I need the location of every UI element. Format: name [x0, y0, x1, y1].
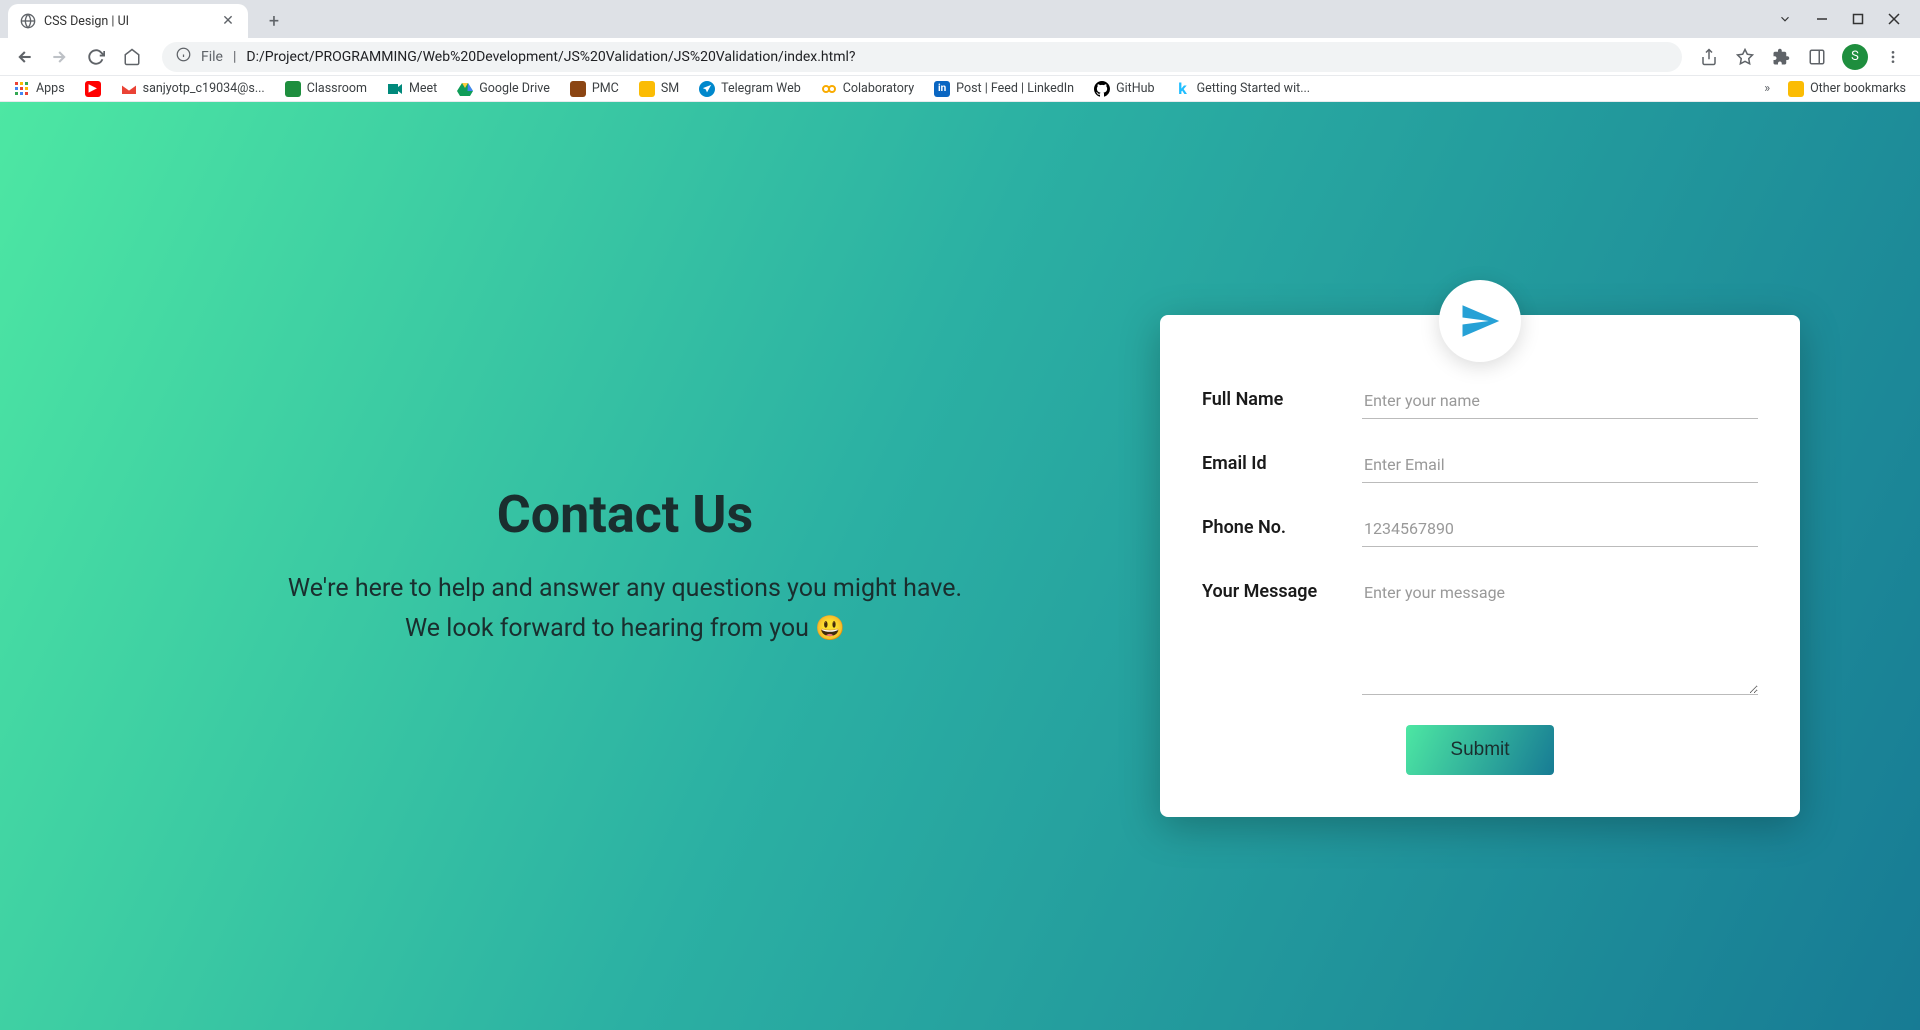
bookmark-overflow-icon[interactable]: » — [1764, 81, 1770, 96]
bookmark-youtube[interactable]: ▶ — [85, 81, 101, 97]
drive-icon — [457, 81, 473, 97]
intro-line2: We look forward to hearing from you 😃 — [120, 609, 1130, 649]
apps-icon — [14, 81, 30, 97]
form-row-message: Your Message — [1202, 575, 1758, 695]
minimize-button[interactable] — [1816, 13, 1828, 29]
form-row-phone: Phone No. — [1202, 511, 1758, 547]
form-row-name: Full Name — [1202, 383, 1758, 419]
globe-icon — [20, 13, 36, 29]
youtube-icon: ▶ — [85, 81, 101, 97]
phone-label: Phone No. — [1202, 511, 1342, 538]
info-icon — [176, 47, 191, 66]
new-tab-button[interactable]: + — [260, 7, 288, 35]
address-bar[interactable]: File | D:/Project/PROGRAMMING/Web%20Deve… — [162, 42, 1682, 72]
tab-bar: CSS Design | UI ✕ + — [0, 0, 1920, 38]
name-input[interactable] — [1362, 383, 1758, 419]
name-label: Full Name — [1202, 383, 1342, 410]
bookmark-meet[interactable]: Meet — [387, 81, 437, 97]
telegram-icon — [699, 81, 715, 97]
toolbar: File | D:/Project/PROGRAMMING/Web%20Deve… — [0, 38, 1920, 76]
message-input[interactable] — [1362, 575, 1758, 695]
reload-button[interactable] — [82, 43, 110, 71]
bookmark-gmail[interactable]: sanjyotp_c19034@s... — [121, 81, 265, 97]
bookmark-drive[interactable]: Google Drive — [457, 81, 550, 97]
kaggle-icon: k — [1175, 81, 1191, 97]
folder-icon — [639, 81, 655, 97]
phone-input[interactable] — [1362, 511, 1758, 547]
bookmark-colab[interactable]: Colaboratory — [821, 81, 914, 97]
bookmark-apps[interactable]: Apps — [14, 81, 65, 97]
browser-tab[interactable]: CSS Design | UI ✕ — [8, 4, 248, 38]
intro-line1: We're here to help and answer any questi… — [120, 569, 1130, 609]
bookmark-sm[interactable]: SM — [639, 81, 679, 97]
bookmark-github[interactable]: GitHub — [1094, 81, 1154, 97]
bookmark-bar: Apps ▶ sanjyotp_c19034@s... Classroom Me… — [0, 76, 1920, 102]
close-icon[interactable]: ✕ — [220, 13, 236, 29]
avatar[interactable]: S — [1842, 44, 1868, 70]
smile-emoji-icon: 😃 — [815, 614, 845, 642]
bookmark-pmc[interactable]: PMC — [570, 81, 619, 97]
bookmark-telegram[interactable]: Telegram Web — [699, 81, 801, 97]
bookmark-kaggle[interactable]: k Getting Started wit... — [1175, 81, 1311, 97]
toolbar-right: S — [1698, 44, 1910, 70]
sidepanel-icon[interactable] — [1806, 46, 1828, 68]
url-text: D:/Project/PROGRAMMING/Web%20Development… — [246, 49, 855, 65]
paper-plane-icon — [1439, 280, 1521, 362]
submit-button[interactable]: Submit — [1406, 725, 1553, 775]
bookmark-linkedin[interactable]: in Post | Feed | LinkedIn — [934, 81, 1074, 97]
submit-row: Submit — [1202, 725, 1758, 775]
star-icon[interactable] — [1734, 46, 1756, 68]
url-divider: | — [233, 49, 236, 65]
other-bookmarks[interactable]: Other bookmarks — [1788, 81, 1906, 97]
browser-chrome: CSS Design | UI ✕ + — [0, 0, 1920, 102]
page-content: Contact Us We're here to help and answer… — [0, 102, 1920, 1030]
menu-icon[interactable] — [1882, 46, 1904, 68]
back-button[interactable] — [10, 43, 38, 71]
email-label: Email Id — [1202, 447, 1342, 474]
forward-button[interactable] — [46, 43, 74, 71]
close-window-button[interactable] — [1888, 13, 1900, 29]
classroom-icon — [285, 81, 301, 97]
tab-title: CSS Design | UI — [44, 14, 212, 29]
window-controls — [1778, 12, 1920, 30]
github-icon — [1094, 81, 1110, 97]
url-scheme: File — [201, 49, 223, 65]
intro-section: Contact Us We're here to help and answer… — [120, 484, 1130, 649]
message-label: Your Message — [1202, 575, 1342, 602]
chevron-down-icon[interactable] — [1778, 12, 1792, 30]
extensions-icon[interactable] — [1770, 46, 1792, 68]
meet-icon — [387, 81, 403, 97]
colab-icon — [821, 81, 837, 97]
share-icon[interactable] — [1698, 46, 1720, 68]
contact-form-card: Full Name Email Id Phone No. Your Messag… — [1160, 315, 1800, 817]
pmc-icon — [570, 81, 586, 97]
linkedin-icon: in — [934, 81, 950, 97]
maximize-button[interactable] — [1852, 13, 1864, 29]
folder-icon — [1788, 81, 1804, 97]
home-button[interactable] — [118, 43, 146, 71]
gmail-icon — [121, 81, 137, 97]
form-row-email: Email Id — [1202, 447, 1758, 483]
bookmark-classroom[interactable]: Classroom — [285, 81, 367, 97]
email-input[interactable] — [1362, 447, 1758, 483]
page-title: Contact Us — [120, 484, 1130, 545]
